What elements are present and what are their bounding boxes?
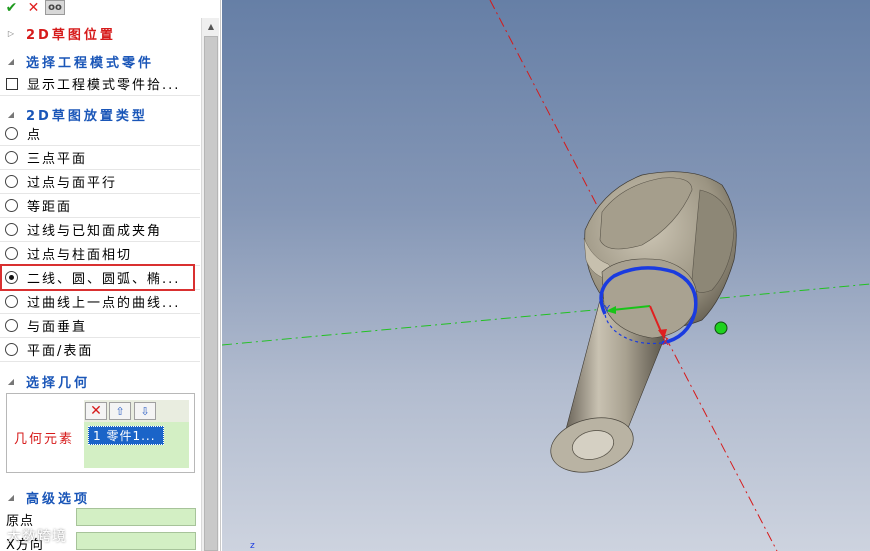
- move-down-icon[interactable]: ⇩: [134, 402, 156, 420]
- collapse-arrow-icon: ◢: [7, 109, 15, 119]
- section-title: 高级选项: [26, 491, 91, 507]
- move-up-icon[interactable]: ⇧: [109, 402, 131, 420]
- section-placement-type[interactable]: ◢ 2D草图放置类型: [0, 104, 200, 124]
- placement-option-three-point-plane[interactable]: 三点平面: [0, 146, 200, 170]
- section-title: 选择几何: [26, 375, 91, 391]
- section-title: 选择工程模式零件: [26, 55, 155, 71]
- watermark-text: 大数跨境: [7, 529, 67, 545]
- geometry-list-item[interactable]: 1 零件1...: [88, 426, 164, 445]
- help-glasses-icon[interactable]: oo: [45, 0, 65, 15]
- placement-option-offset-plane[interactable]: 等距面: [0, 194, 200, 218]
- option-label: 三点平面: [27, 152, 88, 167]
- placement-option-two-lines-circle[interactable]: 二线、圆、圆弧、椭...: [0, 266, 200, 290]
- geometry-label: 几何元素: [14, 432, 75, 447]
- green-axis-line: [222, 283, 870, 346]
- radio-button[interactable]: [5, 127, 18, 140]
- radio-button-selected[interactable]: [5, 271, 18, 284]
- section-2d-sketch-position[interactable]: ▷ 2D草图位置: [0, 23, 200, 43]
- placement-option-point-parallel[interactable]: 过点与面平行: [0, 170, 200, 194]
- collapse-arrow-icon: ◢: [7, 56, 15, 66]
- placement-option-point[interactable]: 点: [0, 122, 200, 146]
- radio-button[interactable]: [5, 343, 18, 356]
- 3d-viewport[interactable]: Y X z: [222, 0, 870, 551]
- option-label: 过线与已知面成夹角: [27, 224, 163, 239]
- option-label: 等距面: [27, 200, 73, 215]
- panel-scrollbar[interactable]: ▲: [201, 18, 219, 551]
- placement-option-perpendicular[interactable]: 与面垂直: [0, 314, 200, 338]
- geometry-toolbar: ✕ ⇧ ⇩: [84, 400, 189, 422]
- origin-row: 原点: [0, 507, 200, 529]
- geometry-list[interactable]: 1 零件1...: [84, 422, 189, 468]
- radio-button[interactable]: [5, 175, 18, 188]
- show-part-label: 显示工程模式零件拾...: [27, 78, 181, 93]
- option-label: 平面/表面: [27, 344, 94, 359]
- green-handle-point: [714, 321, 728, 335]
- origin-field[interactable]: [76, 508, 196, 526]
- collapse-arrow-icon: ◢: [7, 376, 15, 386]
- option-label: 过点与面平行: [27, 176, 118, 191]
- check-icon[interactable]: ✔: [3, 0, 20, 15]
- local-x-label: X: [662, 337, 669, 348]
- scroll-up-icon[interactable]: ▲: [204, 20, 218, 34]
- panel-toolbar: ✔ ✕ oo: [0, 0, 201, 16]
- property-panel: ✔ ✕ oo ▷ 2D草图位置 ◢ 选择工程模式零件 显示工程模式零件拾... …: [0, 0, 221, 551]
- radio-button[interactable]: [5, 319, 18, 332]
- close-icon[interactable]: ✕: [25, 0, 42, 15]
- radio-button[interactable]: [5, 151, 18, 164]
- option-label: 过点与柱面相切: [27, 248, 133, 263]
- delete-icon[interactable]: ✕: [85, 402, 107, 420]
- local-y-label: Y: [603, 304, 611, 315]
- xdir-field[interactable]: [76, 532, 196, 550]
- triad-z-label: z: [250, 541, 255, 551]
- placement-option-line-angle[interactable]: 过线与已知面成夹角: [0, 218, 200, 242]
- option-label: 过曲线上一点的曲线...: [27, 296, 181, 311]
- expand-arrow-icon: ▷: [7, 28, 15, 38]
- placement-option-plane-surface[interactable]: 平面/表面: [0, 338, 200, 362]
- section-select-part[interactable]: ◢ 选择工程模式零件: [0, 51, 200, 71]
- section-title: 2D草图位置: [26, 27, 116, 43]
- radio-button[interactable]: [5, 223, 18, 236]
- radio-button[interactable]: [5, 199, 18, 212]
- placement-option-point-tangent[interactable]: 过点与柱面相切: [0, 242, 200, 266]
- show-part-checkbox[interactable]: [6, 77, 18, 90]
- scroll-thumb[interactable]: [204, 36, 218, 551]
- show-part-checkbox-row[interactable]: 显示工程模式零件拾...: [0, 72, 200, 96]
- option-label: 点: [27, 128, 43, 143]
- section-title: 2D草图放置类型: [26, 108, 148, 124]
- option-label: 与面垂直: [27, 320, 88, 335]
- placement-option-curve-point[interactable]: 过曲线上一点的曲线...: [0, 290, 200, 314]
- geometry-box: 几何元素 ✕ ⇧ ⇩ 1 零件1...: [6, 393, 195, 473]
- 3d-scene: Y X z: [222, 0, 870, 551]
- radio-button[interactable]: [5, 247, 18, 260]
- section-select-geometry[interactable]: ◢ 选择几何: [0, 371, 200, 391]
- section-advanced[interactable]: ◢ 高级选项: [0, 487, 200, 507]
- radio-button[interactable]: [5, 295, 18, 308]
- option-label: 二线、圆、圆弧、椭...: [27, 272, 181, 287]
- collapse-arrow-icon: ◢: [7, 492, 15, 502]
